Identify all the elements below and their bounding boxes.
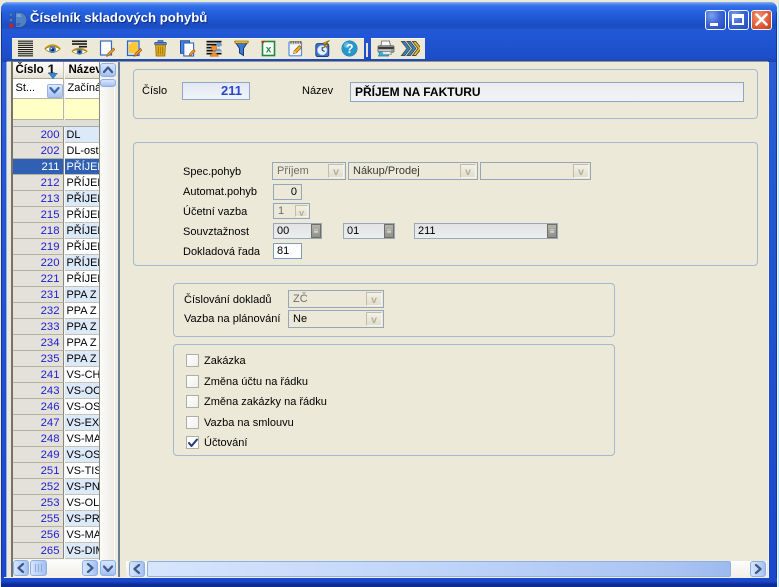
svg-text:x: x [266,44,272,55]
svg-text:?: ? [346,42,354,56]
